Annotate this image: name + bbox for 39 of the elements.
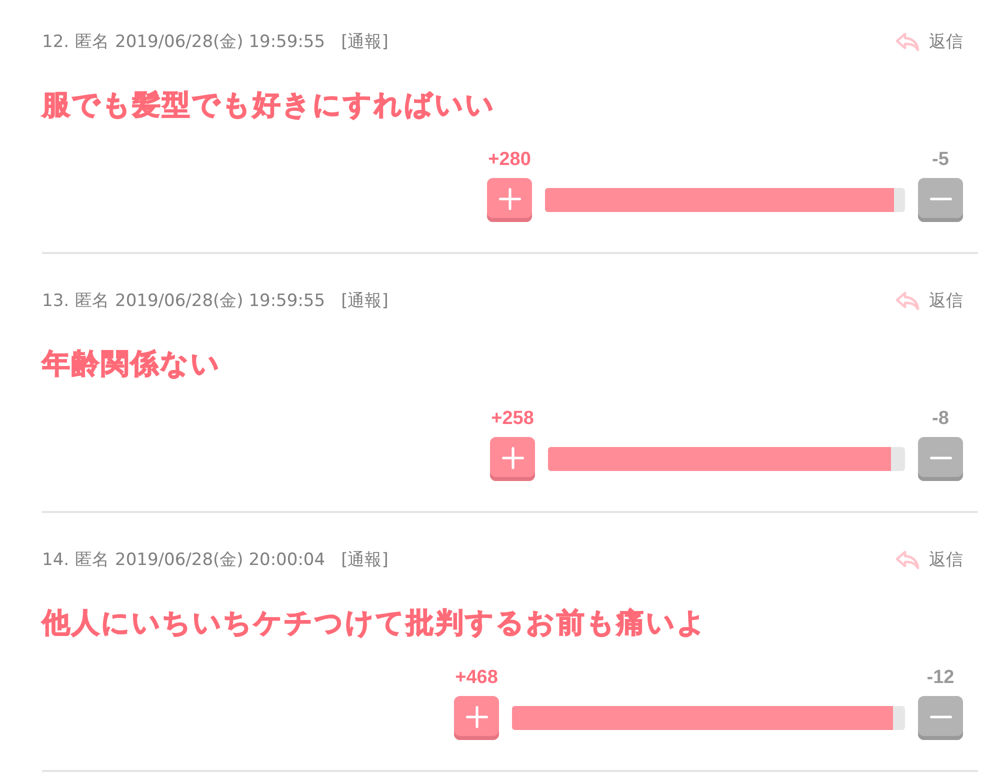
plus-vote-button[interactable] xyxy=(454,696,499,740)
comment-text: 服でも髪型でも好きにすればいい xyxy=(42,88,496,122)
reply-button[interactable]: 返信 xyxy=(895,291,963,311)
minus-count: -12 xyxy=(926,669,956,687)
minus-vote-button[interactable] xyxy=(918,696,963,740)
author-name: 匿名 xyxy=(75,550,110,570)
minus-icon xyxy=(930,196,952,200)
plus-vote-button[interactable] xyxy=(487,178,532,222)
report-link[interactable]: [通報] xyxy=(341,550,388,570)
plus-icon xyxy=(498,188,520,210)
minus-vote-button[interactable] xyxy=(918,178,963,222)
minus-icon xyxy=(930,456,952,460)
plus-icon xyxy=(502,446,524,468)
comment-number: 13. xyxy=(42,291,70,311)
post-date: 2019/06/28(金) 19:59:55 xyxy=(115,32,326,52)
author-name: 匿名 xyxy=(75,291,110,311)
reply-arrow-icon xyxy=(895,32,920,52)
reply-button[interactable]: 返信 xyxy=(895,550,963,570)
minus-count: -5 xyxy=(931,151,950,169)
plus-icon xyxy=(466,706,488,728)
minus-count: -8 xyxy=(931,410,950,428)
plus-count: +468 xyxy=(454,669,499,687)
comment-number: 14. xyxy=(42,550,70,570)
plus-count: +258 xyxy=(490,410,535,428)
reply-button[interactable]: 返信 xyxy=(895,32,963,52)
plus-count: +280 xyxy=(487,151,532,169)
reply-arrow-icon xyxy=(895,550,920,570)
plus-vote-button[interactable] xyxy=(490,437,535,481)
post-date: 2019/06/28(金) 20:00:04 xyxy=(115,550,326,570)
minus-icon xyxy=(930,714,952,718)
minus-vote-button[interactable] xyxy=(918,437,963,481)
report-link[interactable]: [通報] xyxy=(341,32,388,52)
comment-text: 年齢関係ない xyxy=(42,347,222,381)
report-link[interactable]: [通報] xyxy=(341,291,388,311)
comment-number: 12. xyxy=(42,32,70,52)
reply-arrow-icon xyxy=(895,291,920,311)
comment-text: 他人にいちいちケチつけて批判するお前も痛いよ xyxy=(42,606,708,640)
post-date: 2019/06/28(金) 19:59:55 xyxy=(115,291,326,311)
author-name: 匿名 xyxy=(75,32,110,52)
